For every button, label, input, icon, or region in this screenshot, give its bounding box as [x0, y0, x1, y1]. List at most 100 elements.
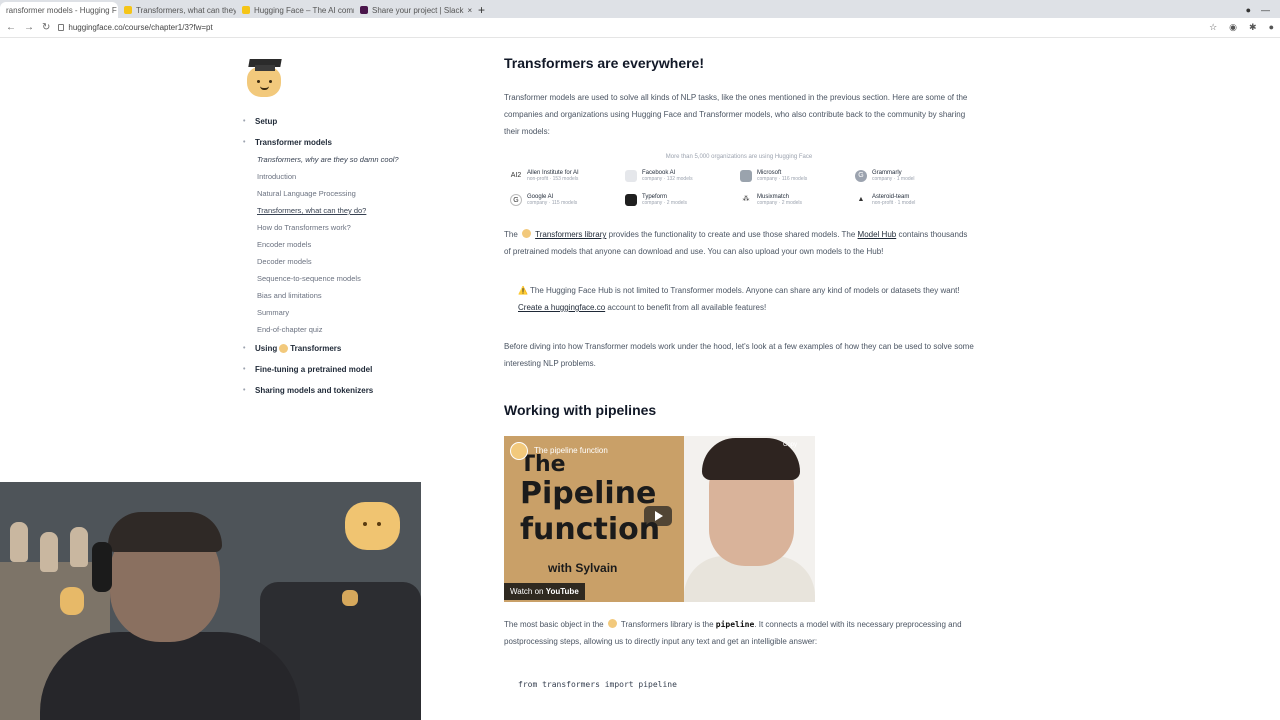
webcam-vase [70, 527, 88, 567]
sidebar-item-why-so-cool[interactable]: Transformers, why are they so damn cool? [257, 155, 443, 164]
watch-label: Watch on [510, 587, 544, 596]
sidebar-item-quiz[interactable]: End-of-chapter quiz [257, 325, 443, 334]
typeform-icon [625, 194, 637, 206]
asteroid-icon: ▲ [857, 196, 865, 203]
browser-tab-4[interactable]: Share your project | Slack × [354, 2, 472, 18]
bullet-icon: • [243, 139, 246, 146]
hugging-face-emoji-icon [522, 229, 532, 238]
library-paragraph: The Transformers library provides the fu… [504, 226, 974, 260]
sidebar-item-nlp[interactable]: Natural Language Processing [257, 189, 443, 198]
webcam-vase [40, 532, 58, 572]
sidebar-item-summary[interactable]: Summary [257, 308, 443, 317]
section-label: Transformer models [255, 138, 332, 147]
watch-on-youtube-button[interactable]: Watch on YouTube [504, 583, 585, 600]
sidebar-section-setup[interactable]: • Setup [243, 117, 443, 126]
extension-icon[interactable]: ◉ [1229, 22, 1237, 33]
facebook-icon [625, 170, 637, 182]
address-bar-row: ← → ↻ huggingface.co/course/chapter1/3?f… [0, 18, 1280, 38]
video-title[interactable]: The pipeline function [534, 446, 608, 455]
webcam-overlay [0, 482, 421, 720]
musixmatch-icon: ⁂ [742, 196, 750, 203]
sidebar-item-decoder-models[interactable]: Decoder models [257, 257, 443, 266]
logo-cap-base [255, 65, 275, 71]
webcam-vase [10, 522, 28, 562]
section-label-suffix: Transformers [290, 344, 342, 353]
tab-label: Hugging Face – The AI commu [254, 5, 354, 15]
youtube-video-embed[interactable]: The Pipeline function with Sylvain The p… [504, 436, 815, 602]
sidebar-section-using-transformers[interactable]: • Using Transformers [243, 344, 443, 353]
org-meta: company · 1 model [872, 176, 915, 182]
sidebar-item-bias[interactable]: Bias and limitations [257, 291, 443, 300]
browser-tab-1[interactable]: ransformer models - Hugging F × [0, 2, 118, 18]
org-card[interactable]: Microsoft company · 116 models [740, 170, 855, 182]
youtube-logo-text: YouTube [545, 587, 579, 596]
transformers-library-link[interactable]: Transformers library [535, 230, 606, 239]
course-sidebar: • Setup • Transformer models Transformer… [243, 55, 443, 407]
org-card[interactable]: ⁂ Musixmatch company · 2 models [740, 194, 855, 206]
google-icon: G [510, 194, 522, 206]
sidebar-section-sharing[interactable]: • Sharing models and tokenizers [243, 386, 443, 395]
bookmark-star-icon[interactable]: ☆ [1209, 22, 1217, 33]
record-icon[interactable]: ● [1246, 5, 1251, 15]
org-meta: company · 132 models [642, 176, 693, 182]
puzzle-icon[interactable]: ✱ [1249, 22, 1257, 33]
org-meta: non-profit · 153 models [527, 176, 579, 182]
sidebar-section-transformer-models[interactable]: • Transformer models [243, 138, 443, 147]
code-block[interactable]: from transformers import pipeline [518, 680, 974, 689]
thumbnail-text-line3: function [520, 512, 661, 547]
section-label: Fine-tuning a pretrained model [255, 365, 373, 374]
sidebar-item-how-work[interactable]: How do Transformers work? [257, 223, 443, 232]
section-label-prefix: Using [255, 344, 278, 353]
tab-label: Share your project | Slack [372, 5, 464, 15]
organizations-grid: AI2 Allen Institute for AI non-profit · 1… [510, 170, 974, 206]
microsoft-icon [740, 170, 752, 182]
profile-icon[interactable]: ● [1269, 22, 1274, 33]
org-meta: company · 115 models [527, 200, 578, 206]
bullet-icon: • [243, 345, 246, 352]
org-meta: company · 2 models [757, 200, 803, 206]
create-account-link[interactable]: Create a huggingface.co [518, 303, 605, 312]
copy-link-button[interactable]: Copy [783, 442, 797, 448]
org-card[interactable]: G Grammarly company · 1 model [855, 170, 970, 182]
hugging-face-emoji-icon [607, 619, 617, 628]
pipeline-paragraph: The most basic object in the Transformer… [504, 616, 974, 650]
slack-favicon-icon [360, 6, 368, 14]
back-icon[interactable]: ← [6, 22, 16, 33]
sidebar-item-encoder-models[interactable]: Encoder models [257, 240, 443, 249]
hugging-face-course-logo[interactable] [245, 55, 285, 99]
ai2-icon: AI2 [510, 172, 522, 179]
org-card[interactable]: Facebook AI company · 132 models [625, 170, 740, 182]
webcam-person-hair [108, 512, 222, 552]
channel-avatar-icon[interactable] [510, 442, 528, 460]
sidebar-section-fine-tuning[interactable]: • Fine-tuning a pretrained model [243, 365, 443, 374]
org-card[interactable]: G Google AI company · 115 models [510, 194, 625, 206]
url-field[interactable]: huggingface.co/course/chapter1/3?fw=pt [58, 23, 213, 32]
text: provides the functionality to create and… [608, 230, 856, 239]
logo-face [247, 67, 281, 97]
browser-tab-2[interactable]: Transformers, what can they do × [118, 2, 236, 18]
plush-eye [363, 522, 367, 526]
orgs-caption: More than 5,000 organizations are using … [665, 154, 813, 160]
thumbnail-presenter-text: with Sylvain [548, 561, 618, 575]
url-text: huggingface.co/course/chapter1/3?fw=pt [68, 23, 213, 32]
lock-icon [58, 24, 65, 31]
model-hub-link[interactable]: Model Hub [858, 230, 897, 239]
minimize-icon[interactable]: — [1261, 5, 1270, 15]
play-button-icon[interactable] [644, 506, 672, 526]
hugging-face-favicon-icon [124, 6, 132, 14]
org-card[interactable]: ▲ Asteroid-team non-profit · 1 model [855, 194, 970, 206]
org-card[interactable]: Typeform company · 2 models [625, 194, 740, 206]
text: The [504, 230, 518, 239]
forward-icon[interactable]: → [24, 22, 34, 33]
sidebar-item-introduction[interactable]: Introduction [257, 172, 443, 181]
sidebar-item-seq2seq[interactable]: Sequence-to-sequence models [257, 274, 443, 283]
sidebar-item-what-can-they-do[interactable]: Transformers, what can they do? [257, 206, 443, 215]
bullet-icon: • [243, 366, 246, 373]
org-card[interactable]: AI2 Allen Institute for AI non-profit · 1… [510, 170, 625, 182]
browser-tab-3[interactable]: Hugging Face – The AI commu × [236, 2, 354, 18]
plush-eye [377, 522, 381, 526]
hub-note: ⚠️ The Hugging Face Hub is not limited t… [504, 282, 974, 316]
new-tab-button[interactable]: + [472, 2, 491, 18]
reload-icon[interactable]: ↻ [42, 22, 50, 33]
hugging-face-favicon-icon [242, 6, 250, 14]
